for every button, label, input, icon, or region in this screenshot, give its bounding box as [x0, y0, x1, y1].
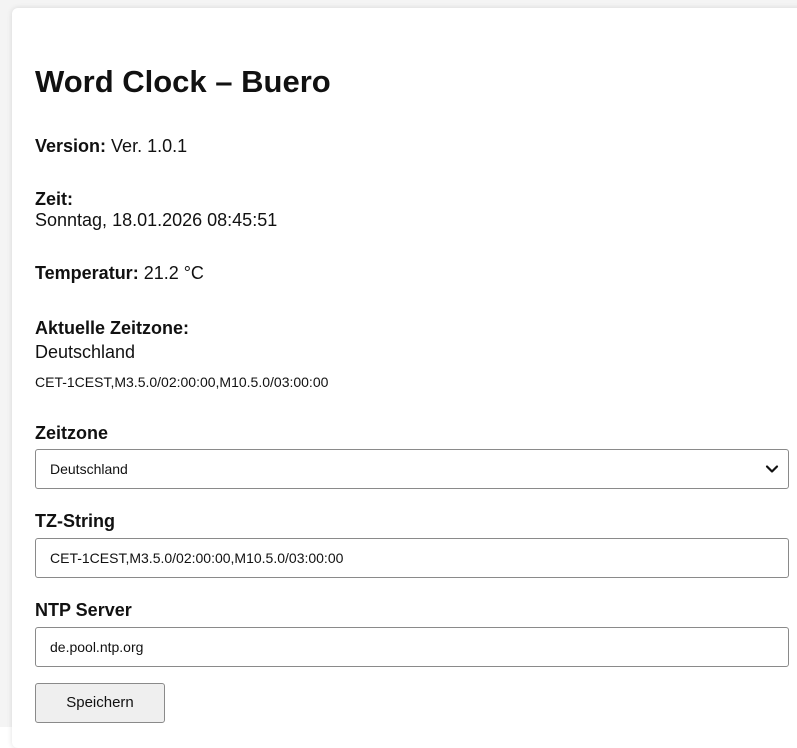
- time-label: Zeit:: [35, 189, 73, 209]
- current-timezone-tz-string: CET-1CEST,M3.5.0/02:00:00,M10.5.0/03:00:…: [35, 374, 329, 390]
- temperature-value: 21.2 °C: [143, 263, 204, 283]
- current-timezone-name: Deutschland: [35, 342, 136, 362]
- temperature-row: Temperatur: 21.2 °C: [35, 263, 204, 284]
- tz-string-label: TZ-String: [35, 511, 115, 531]
- ntp-server-input[interactable]: [35, 627, 789, 667]
- version-label: Version:: [35, 136, 107, 156]
- timezone-select[interactable]: Deutschland: [35, 449, 789, 489]
- temperature-label: Temperatur:: [35, 263, 139, 283]
- chevron-down-icon: [765, 465, 779, 473]
- ntp-server-label: NTP Server: [35, 600, 132, 620]
- version-value: Ver. 1.0.1: [111, 136, 188, 156]
- timezone-select-value: Deutschland: [50, 461, 128, 477]
- version-row: Version: Ver. 1.0.1: [35, 136, 187, 157]
- current-timezone-label: Aktuelle Zeitzone:: [35, 318, 190, 338]
- tz-string-input[interactable]: [35, 538, 789, 578]
- time-value: Sonntag, 18.01.2026 08:45:51: [35, 210, 278, 230]
- page-title: Word Clock – Buero: [35, 64, 331, 99]
- timezone-label: Zeitzone: [35, 423, 109, 443]
- save-button[interactable]: Speichern: [35, 683, 165, 723]
